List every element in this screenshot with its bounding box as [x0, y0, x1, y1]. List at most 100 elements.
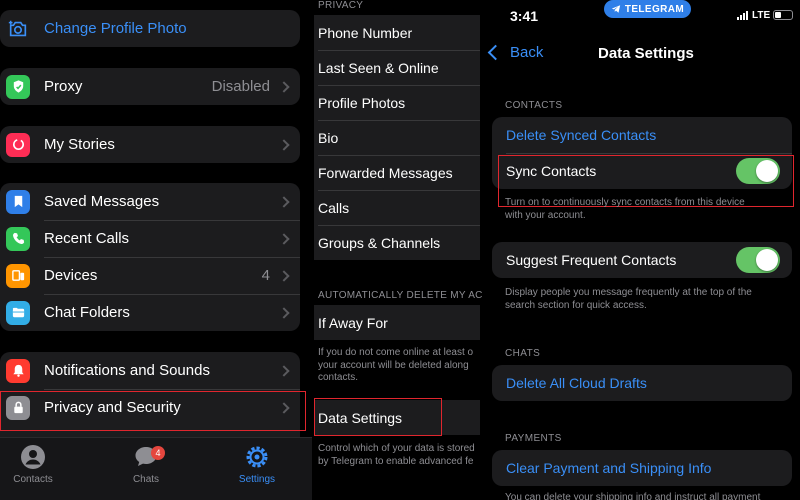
chevron-right-icon — [278, 364, 290, 377]
if-away-footer: If you do not come online at least o you… — [318, 347, 474, 383]
chats-badge: 4 — [151, 446, 165, 460]
payments-group: Clear Payment and Shipping Info — [492, 450, 792, 486]
tab-chats[interactable]: 4 Chats — [111, 444, 181, 485]
battery-icon — [773, 10, 793, 20]
bell-icon — [6, 358, 30, 383]
saved-messages-row[interactable]: Saved Messages — [0, 183, 300, 220]
lock-icon — [6, 395, 30, 420]
privacy-item-forwarded[interactable]: Forwarded Messages — [314, 155, 480, 190]
chevron-left-icon — [487, 44, 504, 61]
suggest-frequent-row[interactable]: Suggest Frequent Contacts — [492, 242, 792, 278]
suggest-group: Suggest Frequent Contacts — [492, 242, 792, 278]
page-title: Data Settings — [598, 45, 694, 62]
tab-contacts[interactable]: Contacts — [0, 444, 68, 485]
chevron-right-icon — [278, 232, 290, 245]
bookmark-icon — [6, 189, 30, 214]
gear-icon — [246, 446, 268, 468]
payment-footer: You can delete your shipping info and in… — [505, 492, 761, 500]
privacy-header: PRIVACY — [318, 0, 364, 11]
phone-icon — [6, 226, 30, 251]
chats-header: CHATS — [505, 348, 541, 359]
contacts-group: Delete Synced Contacts Sync Contacts — [492, 117, 792, 189]
sync-contacts-row[interactable]: Sync Contacts — [492, 153, 792, 189]
proxy-group: Proxy Disabled — [0, 68, 300, 105]
stories-group: My Stories — [0, 126, 300, 163]
chat-folders-row[interactable]: Chat Folders — [0, 294, 300, 331]
suggest-frequent-label: Suggest Frequent Contacts — [506, 252, 677, 268]
payments-header: PAYMENTS — [505, 433, 562, 444]
chevron-right-icon — [278, 306, 290, 319]
chat-folders-label: Chat Folders — [44, 304, 130, 321]
privacy-item-calls[interactable]: Calls — [314, 190, 480, 225]
shield-icon — [6, 74, 30, 99]
auto-delete-list: If Away For — [314, 305, 480, 340]
tab-settings-label: Settings — [238, 474, 276, 485]
proxy-row[interactable]: Proxy Disabled — [0, 68, 300, 105]
privacy-list: Phone Number Last Seen & Online Profile … — [314, 15, 480, 260]
network-type: LTE — [752, 10, 771, 21]
tab-settings[interactable]: Settings — [222, 444, 292, 485]
delete-synced-contacts-row[interactable]: Delete Synced Contacts — [492, 117, 792, 153]
change-profile-photo-label: Change Profile Photo — [44, 20, 187, 37]
auto-delete-header: AUTOMATICALLY DELETE MY ACCO — [318, 290, 482, 301]
proxy-value: Disabled — [211, 78, 270, 95]
data-settings-row[interactable]: Data Settings — [314, 400, 480, 435]
privacy-item-bio[interactable]: Bio — [314, 120, 480, 155]
folders-icon — [6, 300, 30, 325]
signal-icon — [737, 11, 748, 20]
devices-icon — [6, 263, 30, 288]
delete-drafts-row[interactable]: Delete All Cloud Drafts — [492, 365, 792, 401]
delete-drafts-label: Delete All Cloud Drafts — [506, 375, 647, 391]
privacy-item-last-seen[interactable]: Last Seen & Online — [314, 50, 480, 85]
camera-icon — [6, 17, 30, 41]
my-stories-label: My Stories — [44, 136, 115, 153]
if-away-for-row[interactable]: If Away For — [314, 305, 480, 340]
back-button[interactable]: Back — [486, 44, 543, 61]
chevron-right-icon — [278, 80, 290, 93]
devices-label: Devices — [44, 267, 98, 284]
tab-chats-label: Chats — [132, 474, 160, 485]
data-settings-panel: 3:41 TELEGRAM LTE Back Data Settings CON… — [482, 0, 800, 500]
settings-panel: Change Profile Photo Proxy Disabled My S… — [0, 0, 312, 500]
data-settings-list: Data Settings — [314, 400, 480, 435]
chevron-right-icon — [278, 401, 290, 414]
devices-row[interactable]: Devices 4 — [0, 257, 300, 294]
notifications-row[interactable]: Notifications and Sounds — [0, 352, 300, 389]
sync-contacts-label: Sync Contacts — [506, 163, 597, 179]
contacts-header: CONTACTS — [505, 100, 563, 111]
saved-messages-label: Saved Messages — [44, 193, 160, 210]
my-stories-row[interactable]: My Stories — [0, 126, 300, 163]
profile-photo-group: Change Profile Photo — [0, 10, 300, 47]
tab-bar: Contacts 4 Chats Settings — [0, 437, 312, 500]
chats-group: Delete All Cloud Drafts — [492, 365, 792, 401]
privacy-item-profile-photos[interactable]: Profile Photos — [314, 85, 480, 120]
chevron-right-icon — [278, 195, 290, 208]
notifications-label: Notifications and Sounds — [44, 362, 210, 379]
privacy-security-label: Privacy and Security — [44, 399, 181, 416]
privacy-item-groups[interactable]: Groups & Channels — [314, 225, 480, 260]
clear-payment-row[interactable]: Clear Payment and Shipping Info — [492, 450, 792, 486]
recent-calls-row[interactable]: Recent Calls — [0, 220, 300, 257]
clear-payment-label: Clear Payment and Shipping Info — [506, 460, 712, 476]
stories-icon — [6, 132, 30, 157]
telegram-pill-label: TELEGRAM — [624, 3, 685, 15]
telegram-icon — [611, 5, 621, 13]
delete-synced-contacts-label: Delete Synced Contacts — [506, 127, 657, 143]
privacy-item-phone[interactable]: Phone Number — [314, 15, 480, 50]
chevron-right-icon — [278, 138, 290, 151]
sync-contacts-toggle[interactable] — [736, 158, 780, 184]
tab-contacts-label: Contacts — [13, 474, 53, 485]
privacy-security-row[interactable]: Privacy and Security — [0, 389, 300, 426]
contacts-icon — [21, 445, 45, 469]
suggest-frequent-toggle[interactable] — [736, 247, 780, 273]
change-profile-photo-row[interactable]: Change Profile Photo — [0, 10, 300, 47]
status-time: 3:41 — [510, 8, 539, 24]
data-settings-footer: Control which of your data is stored by … — [318, 443, 475, 467]
back-label: Back — [510, 44, 544, 61]
privacy-panel: PRIVACY Phone Number Last Seen & Online … — [312, 0, 482, 500]
chevron-right-icon — [278, 269, 290, 282]
notifications-privacy-group: Notifications and Sounds Privacy and Sec… — [0, 352, 300, 438]
telegram-pill[interactable]: TELEGRAM — [604, 0, 691, 18]
sync-contacts-footer: Turn on to continuously sync contacts fr… — [505, 197, 745, 221]
recent-calls-label: Recent Calls — [44, 230, 130, 247]
